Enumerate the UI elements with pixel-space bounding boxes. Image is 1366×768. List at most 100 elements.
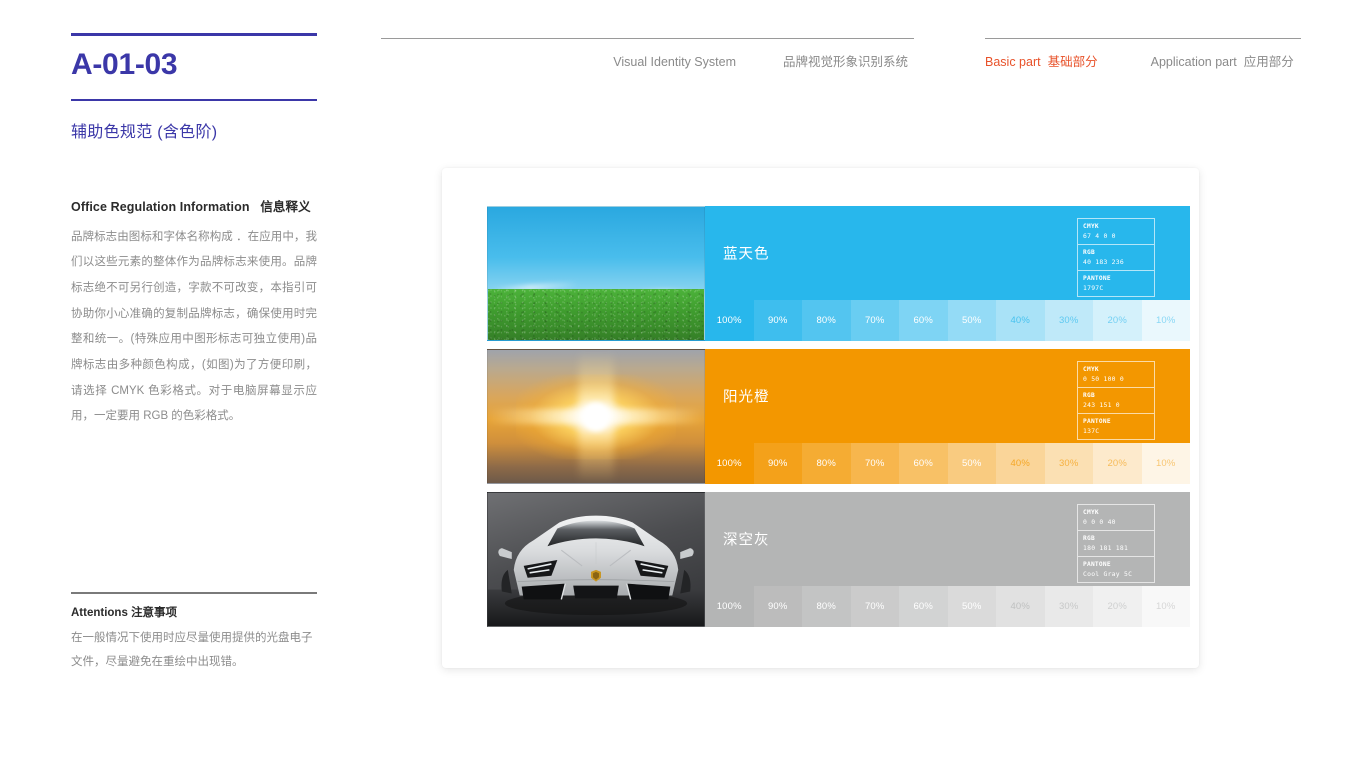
spec-rgb-label: RGB: [1083, 535, 1095, 542]
color-swatch-main: 蓝天色 CMYK 67 4 0 0 RGB 40 183 236 PANTONE: [705, 206, 1190, 300]
color-name: 阳光橙: [723, 389, 770, 406]
tint-cell: 70%: [850, 586, 899, 627]
tint-cell: 50%: [947, 586, 996, 627]
tint-cell: 100%: [705, 586, 754, 627]
color-name: 蓝天色: [723, 246, 770, 263]
color-spec-box: CMYK 67 4 0 0 RGB 40 183 236 PANTONE 179…: [1077, 218, 1155, 297]
spec-cmyk-label: CMYK: [1083, 509, 1099, 516]
spec-rgb: RGB 180 181 181: [1078, 531, 1154, 557]
spec-pantone-label: PANTONE: [1083, 275, 1111, 282]
tint-cell: 80%: [802, 443, 851, 484]
spec-cmyk-value: 0 0 0 40: [1083, 518, 1116, 526]
spec-cmyk: CMYK 67 4 0 0: [1078, 219, 1154, 245]
tint-cell: 100%: [705, 300, 754, 341]
spec-rgb-value: 243 151 0: [1083, 401, 1120, 409]
color-spec-box: CMYK 0 0 0 40 RGB 180 181 181 PANTONE Co…: [1077, 504, 1155, 583]
color-panel: 阳光橙 CMYK 0 50 100 0 RGB 243 151 0 PANTON…: [705, 349, 1190, 484]
spec-cmyk: CMYK 0 0 0 40: [1078, 505, 1154, 531]
spec-rgb: RGB 40 183 236: [1078, 245, 1154, 271]
spec-cmyk: CMYK 0 50 100 0: [1078, 362, 1154, 388]
nav-rule-right: [985, 38, 1301, 40]
spec-cmyk-value: 0 50 100 0: [1083, 375, 1124, 383]
spec-rgb-value: 180 181 181: [1083, 544, 1129, 552]
tint-cell: 60%: [899, 443, 948, 484]
tint-cell: 90%: [753, 300, 802, 341]
tint-cell: 60%: [899, 300, 948, 341]
tint-cell: 20%: [1093, 443, 1142, 484]
info-heading-en: Office Regulation Information: [71, 199, 250, 214]
nav-system-cn: 品牌视觉形象识别系统: [782, 55, 908, 70]
attentions-section: Attentions 注意事项 在一般情况下使用时应尽量使用提供的光盘电子文件，…: [71, 592, 317, 674]
spec-cmyk-value: 67 4 0 0: [1083, 232, 1116, 240]
tint-cell: 90%: [753, 443, 802, 484]
tint-cell: 10%: [1141, 300, 1190, 341]
nav-system-en: Visual Identity System: [613, 55, 736, 70]
color-spec-box: CMYK 0 50 100 0 RGB 243 151 0 PANTONE 13…: [1077, 361, 1155, 440]
attentions-heading-cn: 注意事项: [131, 606, 178, 619]
tint-cell: 50%: [947, 443, 996, 484]
info-heading-cn: 信息释义: [260, 199, 311, 214]
spec-pantone-label: PANTONE: [1083, 561, 1111, 568]
tint-scale-strip: 100% 90% 80% 70% 60% 50% 40% 30% 20% 10%: [705, 300, 1190, 341]
document-subtitle: 辅助色规范 (含色阶): [71, 123, 218, 141]
spec-rgb-value: 40 183 236: [1083, 258, 1124, 266]
tint-cell: 80%: [802, 586, 851, 627]
spec-rgb: RGB 243 151 0: [1078, 388, 1154, 414]
tab-application-part-en[interactable]: Application part: [1151, 55, 1237, 69]
spec-pantone-value: 137C: [1083, 427, 1100, 435]
tint-cell: 40%: [996, 443, 1045, 484]
color-swatch-main: 阳光橙 CMYK 0 50 100 0 RGB 243 151 0 PANTON…: [705, 349, 1190, 443]
nav-rule-left: [381, 38, 914, 40]
spec-pantone-value: Cool Gray 5C: [1083, 570, 1133, 578]
spec-cmyk-label: CMYK: [1083, 223, 1099, 230]
color-row: 深空灰 CMYK 0 0 0 40 RGB 180 181 181 PANTON…: [487, 492, 1190, 627]
tab-basic-part-cn[interactable]: 基础部分: [1048, 51, 1098, 70]
spec-pantone: PANTONE Cool Gray 5C: [1078, 557, 1154, 582]
tab-application-part-cn[interactable]: 应用部分: [1244, 51, 1294, 70]
nav-parts-group: Basic part 基础部分 Application part 应用部分: [985, 38, 1301, 70]
color-swatch-main: 深空灰 CMYK 0 0 0 40 RGB 180 181 181 PANTON…: [705, 492, 1190, 586]
tint-scale-strip: 100% 90% 80% 70% 60% 50% 40% 30% 20% 10%: [705, 443, 1190, 484]
sky-grass-photo: [487, 206, 705, 341]
spec-pantone: PANTONE 1797C: [1078, 271, 1154, 296]
tint-cell: 100%: [705, 443, 754, 484]
vi-guideline-page: A-01-03 辅助色规范 (含色阶) Office Regulation In…: [0, 0, 1366, 768]
spec-rgb-label: RGB: [1083, 249, 1095, 256]
attentions-heading-en: Attentions: [71, 606, 128, 619]
tint-cell: 40%: [996, 586, 1045, 627]
grass-field: [488, 289, 704, 340]
tint-cell: 10%: [1141, 586, 1190, 627]
tint-cell: 20%: [1093, 586, 1142, 627]
left-column: A-01-03 辅助色规范 (含色阶) Office Regulation In…: [71, 33, 317, 430]
info-body: 品牌标志由图标和字体名称构成 ．在应用中，我们以这些元素的整体作为品牌标志来使用…: [71, 230, 317, 423]
tint-cell: 60%: [899, 586, 948, 627]
color-panel: 蓝天色 CMYK 67 4 0 0 RGB 40 183 236 PANTONE: [705, 206, 1190, 341]
tint-scale-strip: 100% 90% 80% 70% 60% 50% 40% 30% 20% 10%: [705, 586, 1190, 627]
tint-cell: 50%: [947, 300, 996, 341]
sports-car-photo: [487, 492, 705, 627]
title-rule-bottom: [71, 99, 317, 101]
document-code: A-01-03: [71, 48, 178, 81]
tint-cell: 30%: [1044, 443, 1093, 484]
attentions-heading: Attentions 注意事项: [71, 604, 317, 620]
color-specimen-card: 蓝天色 CMYK 67 4 0 0 RGB 40 183 236 PANTONE: [442, 168, 1199, 668]
nav-system-group: Visual Identity System 品牌视觉形象识别系统: [381, 38, 914, 70]
spec-cmyk-label: CMYK: [1083, 366, 1099, 373]
tab-basic-part-en[interactable]: Basic part: [985, 55, 1041, 69]
tint-cell: 20%: [1093, 300, 1142, 341]
spec-pantone-value: 1797C: [1083, 284, 1104, 292]
tint-cell: 40%: [996, 300, 1045, 341]
attentions-body: 在一般情况下使用时应尽量使用提供的光盘电子文件，尽量避免在重绘中出现错。: [71, 631, 313, 668]
spec-rgb-label: RGB: [1083, 392, 1095, 399]
tint-cell: 90%: [753, 586, 802, 627]
tint-cell: 30%: [1044, 586, 1093, 627]
attentions-rule: [71, 592, 317, 594]
tint-cell: 80%: [802, 300, 851, 341]
sports-car-illustration: [488, 515, 704, 626]
color-name: 深空灰: [723, 532, 770, 549]
sunset-photo: [487, 349, 705, 484]
info-heading: Office Regulation Information 信息释义: [71, 196, 317, 215]
tint-cell: 70%: [850, 300, 899, 341]
color-row: 蓝天色 CMYK 67 4 0 0 RGB 40 183 236 PANTONE: [487, 206, 1190, 341]
spec-pantone: PANTONE 137C: [1078, 414, 1154, 439]
